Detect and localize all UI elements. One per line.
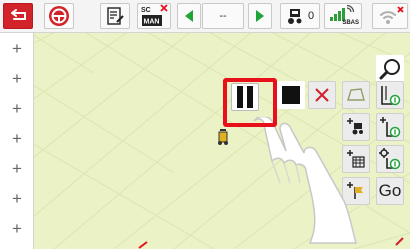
pencil-icon xyxy=(395,237,404,246)
stop-icon xyxy=(282,86,300,104)
add-button[interactable]: + xyxy=(0,93,34,124)
next-button[interactable] xyxy=(248,3,272,29)
left-toolbar: + + + + + + + xyxy=(0,33,34,249)
pointing-hand-icon xyxy=(253,117,357,244)
wifi-button[interactable] xyxy=(372,3,408,29)
add-button[interactable]: + xyxy=(0,213,34,244)
heading-marker-icon xyxy=(138,241,148,249)
track-number-field[interactable]: -- xyxy=(202,3,244,29)
task-document-button[interactable] xyxy=(100,3,130,29)
man-label: MAN xyxy=(144,19,160,26)
boundary-icon xyxy=(347,88,365,101)
back-button[interactable] xyxy=(3,3,33,29)
stop-button[interactable] xyxy=(277,81,305,109)
guidance-line-button[interactable] xyxy=(376,81,404,109)
zoom-button[interactable] xyxy=(376,55,404,83)
gps-mode-label: SBAS xyxy=(342,20,359,26)
tractor-icon xyxy=(218,129,228,145)
section-control-man-icon: SC MAN xyxy=(141,4,168,26)
wifi-off-icon xyxy=(380,6,404,24)
triangle-right-icon xyxy=(256,10,264,22)
arrow-back-icon xyxy=(11,9,26,20)
close-icon xyxy=(315,88,329,102)
top-toolbar: SC MAN -- 0 SBAS xyxy=(0,0,410,33)
go-label: Go xyxy=(378,181,402,200)
add-button[interactable]: + xyxy=(0,123,34,154)
document-pen-icon xyxy=(107,7,124,25)
gear-guidance-icon xyxy=(379,148,401,170)
add-guidance-button[interactable] xyxy=(376,113,404,141)
add-button[interactable]: + xyxy=(0,153,34,184)
field-map[interactable]: Go xyxy=(34,33,410,249)
pause-highlight-frame xyxy=(223,78,277,127)
add-button[interactable]: + xyxy=(0,183,34,214)
steering-wheel-icon xyxy=(49,6,69,26)
satellite-count-button[interactable]: 0 xyxy=(280,3,320,29)
add-button[interactable]: + xyxy=(0,63,34,94)
add-button[interactable]: + xyxy=(0,33,34,64)
field-boundary-button[interactable] xyxy=(342,81,370,109)
settings-guidance-button[interactable] xyxy=(376,145,404,173)
steering-wheel-button[interactable] xyxy=(44,3,74,29)
add-guidance-icon xyxy=(380,117,401,138)
tractor-satellite-icon xyxy=(287,9,302,24)
section-control-button[interactable]: SC MAN xyxy=(137,3,171,29)
magnifier-icon xyxy=(379,59,400,80)
triangle-left-icon xyxy=(185,10,193,22)
guidance-line-icon xyxy=(381,86,401,106)
sc-label: SC xyxy=(141,7,151,14)
satellite-count: 0 xyxy=(307,10,315,22)
cancel-button[interactable] xyxy=(308,81,336,109)
previous-button[interactable] xyxy=(177,3,201,29)
gps-status-button[interactable]: SBAS xyxy=(324,3,362,29)
go-button[interactable]: Go xyxy=(376,177,404,205)
